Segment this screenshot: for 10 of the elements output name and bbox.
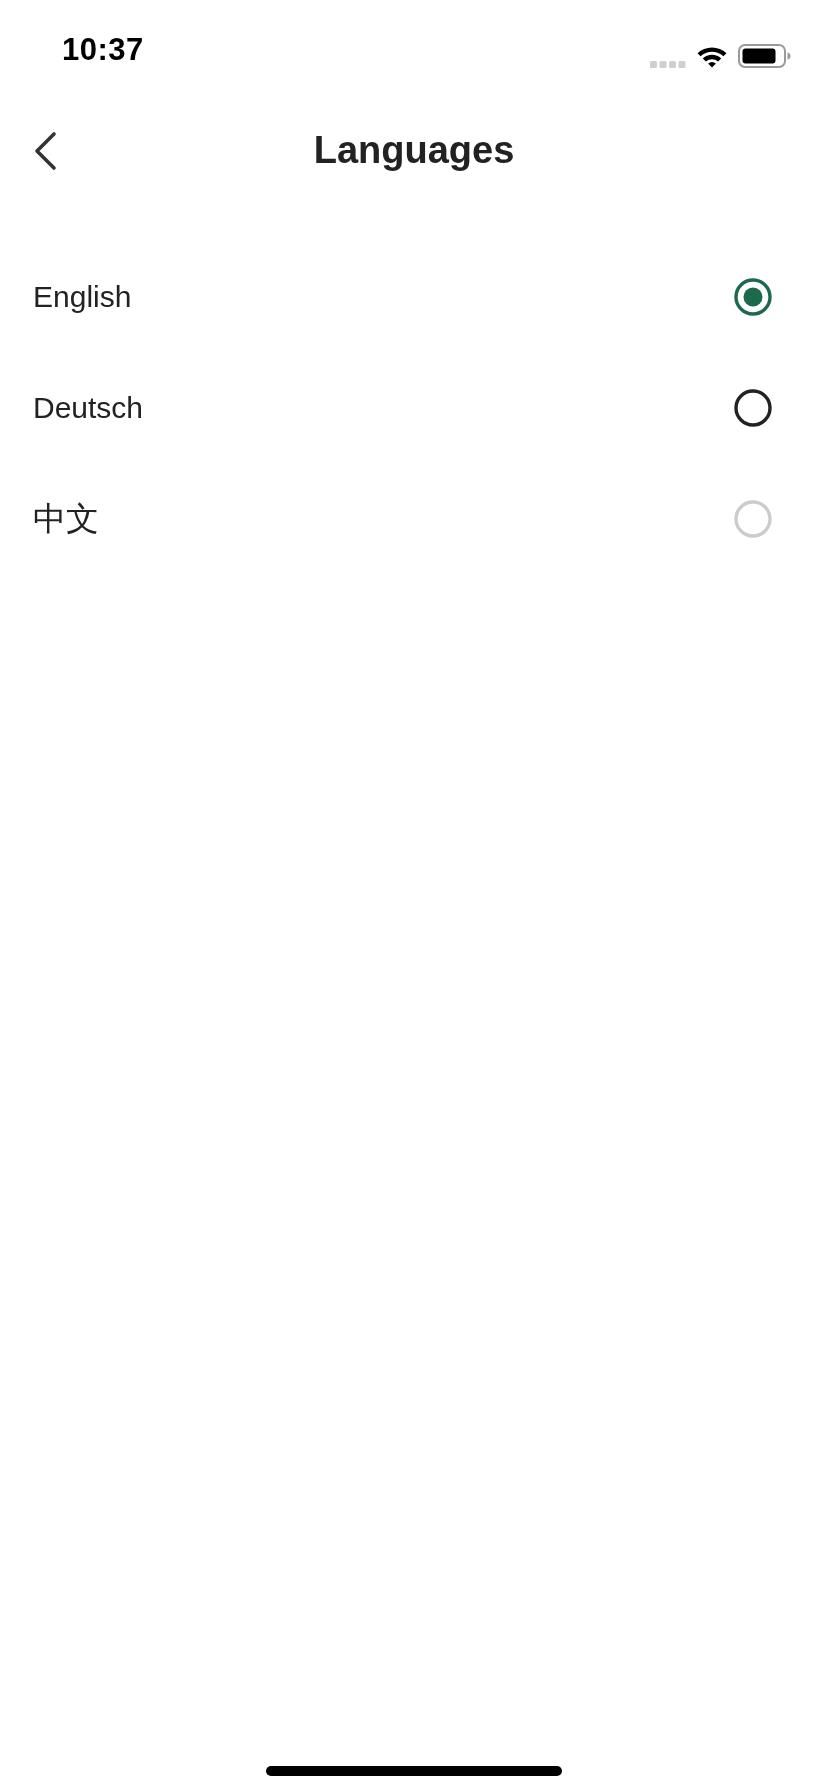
radio-button[interactable] (734, 277, 772, 316)
page-title: Languages (313, 128, 515, 174)
radio-button[interactable] (734, 388, 772, 427)
battery-icon (738, 43, 791, 68)
status-time: 10:37 (62, 34, 144, 65)
language-option[interactable]: Deutsch (33, 389, 144, 426)
language-option[interactable]: English (33, 278, 132, 315)
wifi-icon (696, 44, 728, 68)
back-button[interactable] (33, 131, 57, 171)
signal-icon (650, 60, 686, 68)
